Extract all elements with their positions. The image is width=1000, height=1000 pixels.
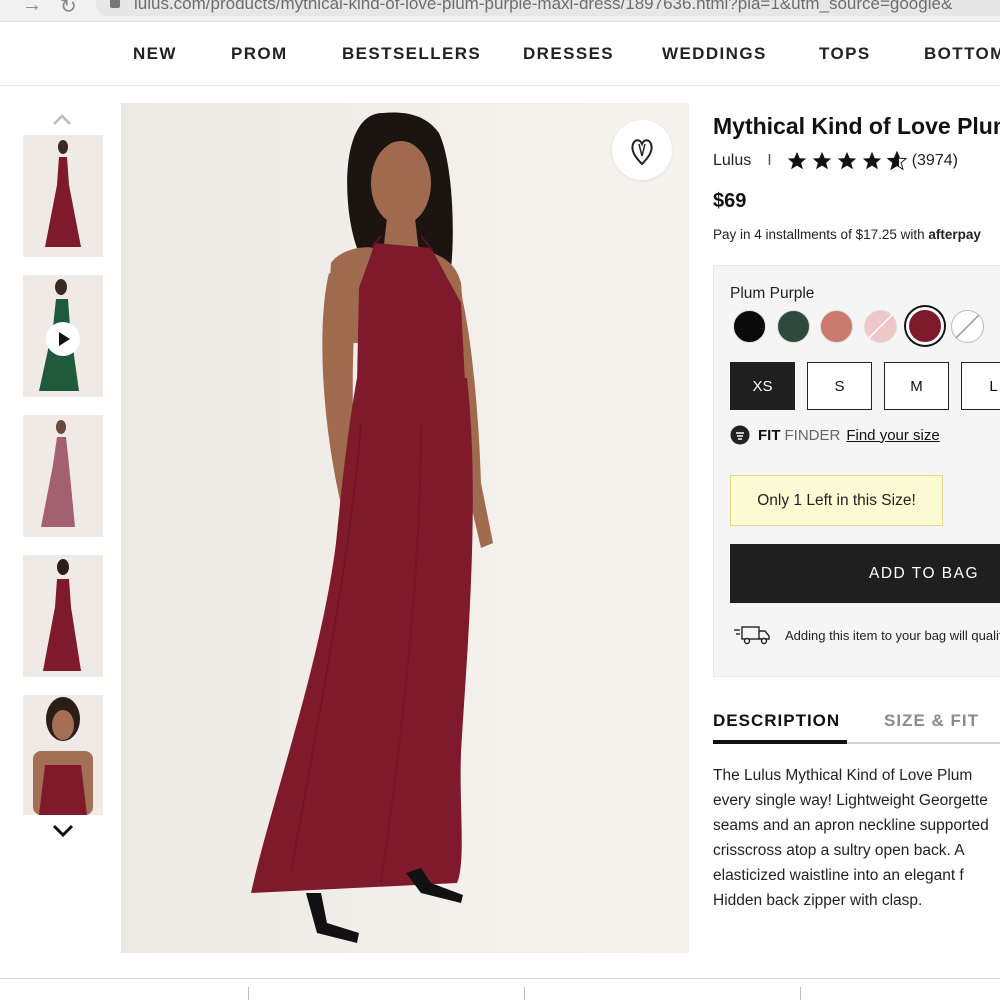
thumbnail-dress-image (45, 140, 81, 247)
out-of-stock-slash-icon (955, 314, 980, 339)
nav-item-dresses[interactable]: DRESSES (523, 44, 614, 64)
product-price: $69 (713, 190, 747, 212)
product-title: Mythical Kind of Love Plum (713, 113, 1000, 139)
thumbnail-5[interactable] (23, 695, 103, 815)
shipping-note-text: Adding this item to your bag will qualif… (785, 627, 1000, 643)
main-product-image[interactable] (121, 103, 689, 953)
nav-item-prom[interactable]: PROM (231, 44, 288, 64)
separator: I (767, 152, 772, 169)
model-in-dress-illustration (251, 112, 493, 943)
star-icon (812, 151, 831, 170)
heart-icon (631, 139, 653, 166)
top-navigation: NEW PROM BESTSELLERS DRESSES WEDDINGS TO… (0, 22, 1000, 86)
installments-suffix: with (896, 227, 929, 242)
size-button-s[interactable]: S (807, 362, 872, 410)
product-description: The Lulus Mythical Kind of Love Plum eve… (713, 763, 1000, 913)
color-swatch-green[interactable] (777, 310, 810, 343)
back-arrow-icon[interactable]: → (22, 0, 42, 17)
afterpay-logo[interactable]: afterpay (928, 227, 981, 242)
size-button-l[interactable]: L (961, 362, 1000, 410)
star-icon (837, 151, 856, 170)
chevron-up-icon[interactable] (52, 110, 72, 130)
installments-text: Pay in 4 installments of $17.25 with aft… (713, 227, 981, 242)
star-icon (862, 151, 881, 170)
nav-item-bottoms[interactable]: BOTTOMS (924, 44, 1000, 64)
description-line: elasticized waistline into an elegant f (713, 867, 964, 884)
divider (248, 987, 249, 1000)
fit-finder-icon (730, 425, 750, 445)
nav-item-tops[interactable]: TOPS (819, 44, 871, 64)
url-text: lulus.com/products/mythical-kind-of-love… (134, 0, 953, 13)
out-of-stock-slash-icon (868, 314, 893, 339)
selected-color-label: Plum Purple (730, 285, 815, 302)
divider (800, 987, 801, 1000)
low-stock-notice: Only 1 Left in this Size! (730, 475, 943, 526)
installments-amount: $17.25 (855, 227, 897, 242)
wishlist-button[interactable] (612, 120, 672, 180)
size-button-xs[interactable]: XS (730, 362, 795, 410)
color-swatch-plum-selected[interactable] (906, 307, 944, 345)
thumbnail-dress-back-image (43, 559, 81, 671)
description-line: The Lulus Mythical Kind of Love Plum (713, 767, 973, 784)
chevron-down-icon[interactable] (52, 820, 74, 842)
star-rating[interactable] (786, 150, 908, 172)
product-tabs: DESCRIPTION SIZE & FIT (713, 709, 1000, 744)
thumbnail-1[interactable] (23, 135, 103, 257)
thumbnail-2-video[interactable] (23, 275, 103, 397)
finder-label: FINDER (784, 426, 841, 444)
thumbnail-3[interactable] (23, 415, 103, 537)
fit-finder-row: FIT FINDER Find your size (730, 425, 940, 445)
color-swatch-rust[interactable] (820, 310, 853, 343)
thumbnail-4[interactable] (23, 555, 103, 677)
address-input[interactable]: lulus.com/products/mythical-kind-of-love… (96, 0, 1000, 16)
installments-prefix: Pay in 4 installments of (713, 227, 856, 242)
brand-name[interactable]: Lulus (713, 152, 751, 170)
color-swatch-blush[interactable] (864, 310, 897, 343)
bottom-bar (0, 978, 1000, 1000)
nav-item-new[interactable]: NEW (133, 44, 177, 64)
delivery-truck-icon (734, 626, 770, 645)
description-line: seams and an apron neckline supported (713, 817, 989, 834)
thumbnail-dress-image (41, 420, 75, 527)
find-your-size-link[interactable]: Find your size (846, 427, 939, 444)
nav-item-weddings[interactable]: WEDDINGS (662, 44, 767, 64)
divider (524, 987, 525, 1000)
reload-icon[interactable]: ↻ (60, 0, 77, 19)
add-to-bag-button[interactable]: ADD TO BAG (730, 544, 1000, 603)
half-star-icon (886, 150, 908, 171)
color-swatch-black[interactable] (733, 310, 766, 343)
thumbnail-closeup-image (33, 697, 93, 815)
description-line: Hidden back zipper with clasp. (713, 892, 923, 909)
shipping-note-row: Adding this item to your bag will qualif… (733, 624, 1000, 646)
color-swatch-white[interactable] (951, 310, 984, 343)
tab-description[interactable]: DESCRIPTION (713, 711, 840, 731)
play-icon[interactable] (46, 322, 80, 356)
star-icon (787, 151, 806, 170)
description-line: crisscross atop a sultry open back. A (713, 842, 965, 859)
active-tab-indicator (713, 740, 847, 744)
review-count[interactable]: (3974) (912, 152, 958, 170)
lock-icon (110, 0, 120, 8)
description-line: every single way! Lightweight Georgette (713, 792, 988, 809)
fit-label: FIT (758, 426, 781, 444)
size-button-m[interactable]: M (884, 362, 949, 410)
brand-rating-row: Lulus I (3974) (713, 150, 958, 172)
browser-url-bar: → ↻ lulus.com/products/mythical-kind-of-… (0, 0, 1000, 22)
tab-size-fit[interactable]: SIZE & FIT (884, 711, 979, 731)
nav-item-bestsellers[interactable]: BESTSELLERS (342, 44, 481, 64)
